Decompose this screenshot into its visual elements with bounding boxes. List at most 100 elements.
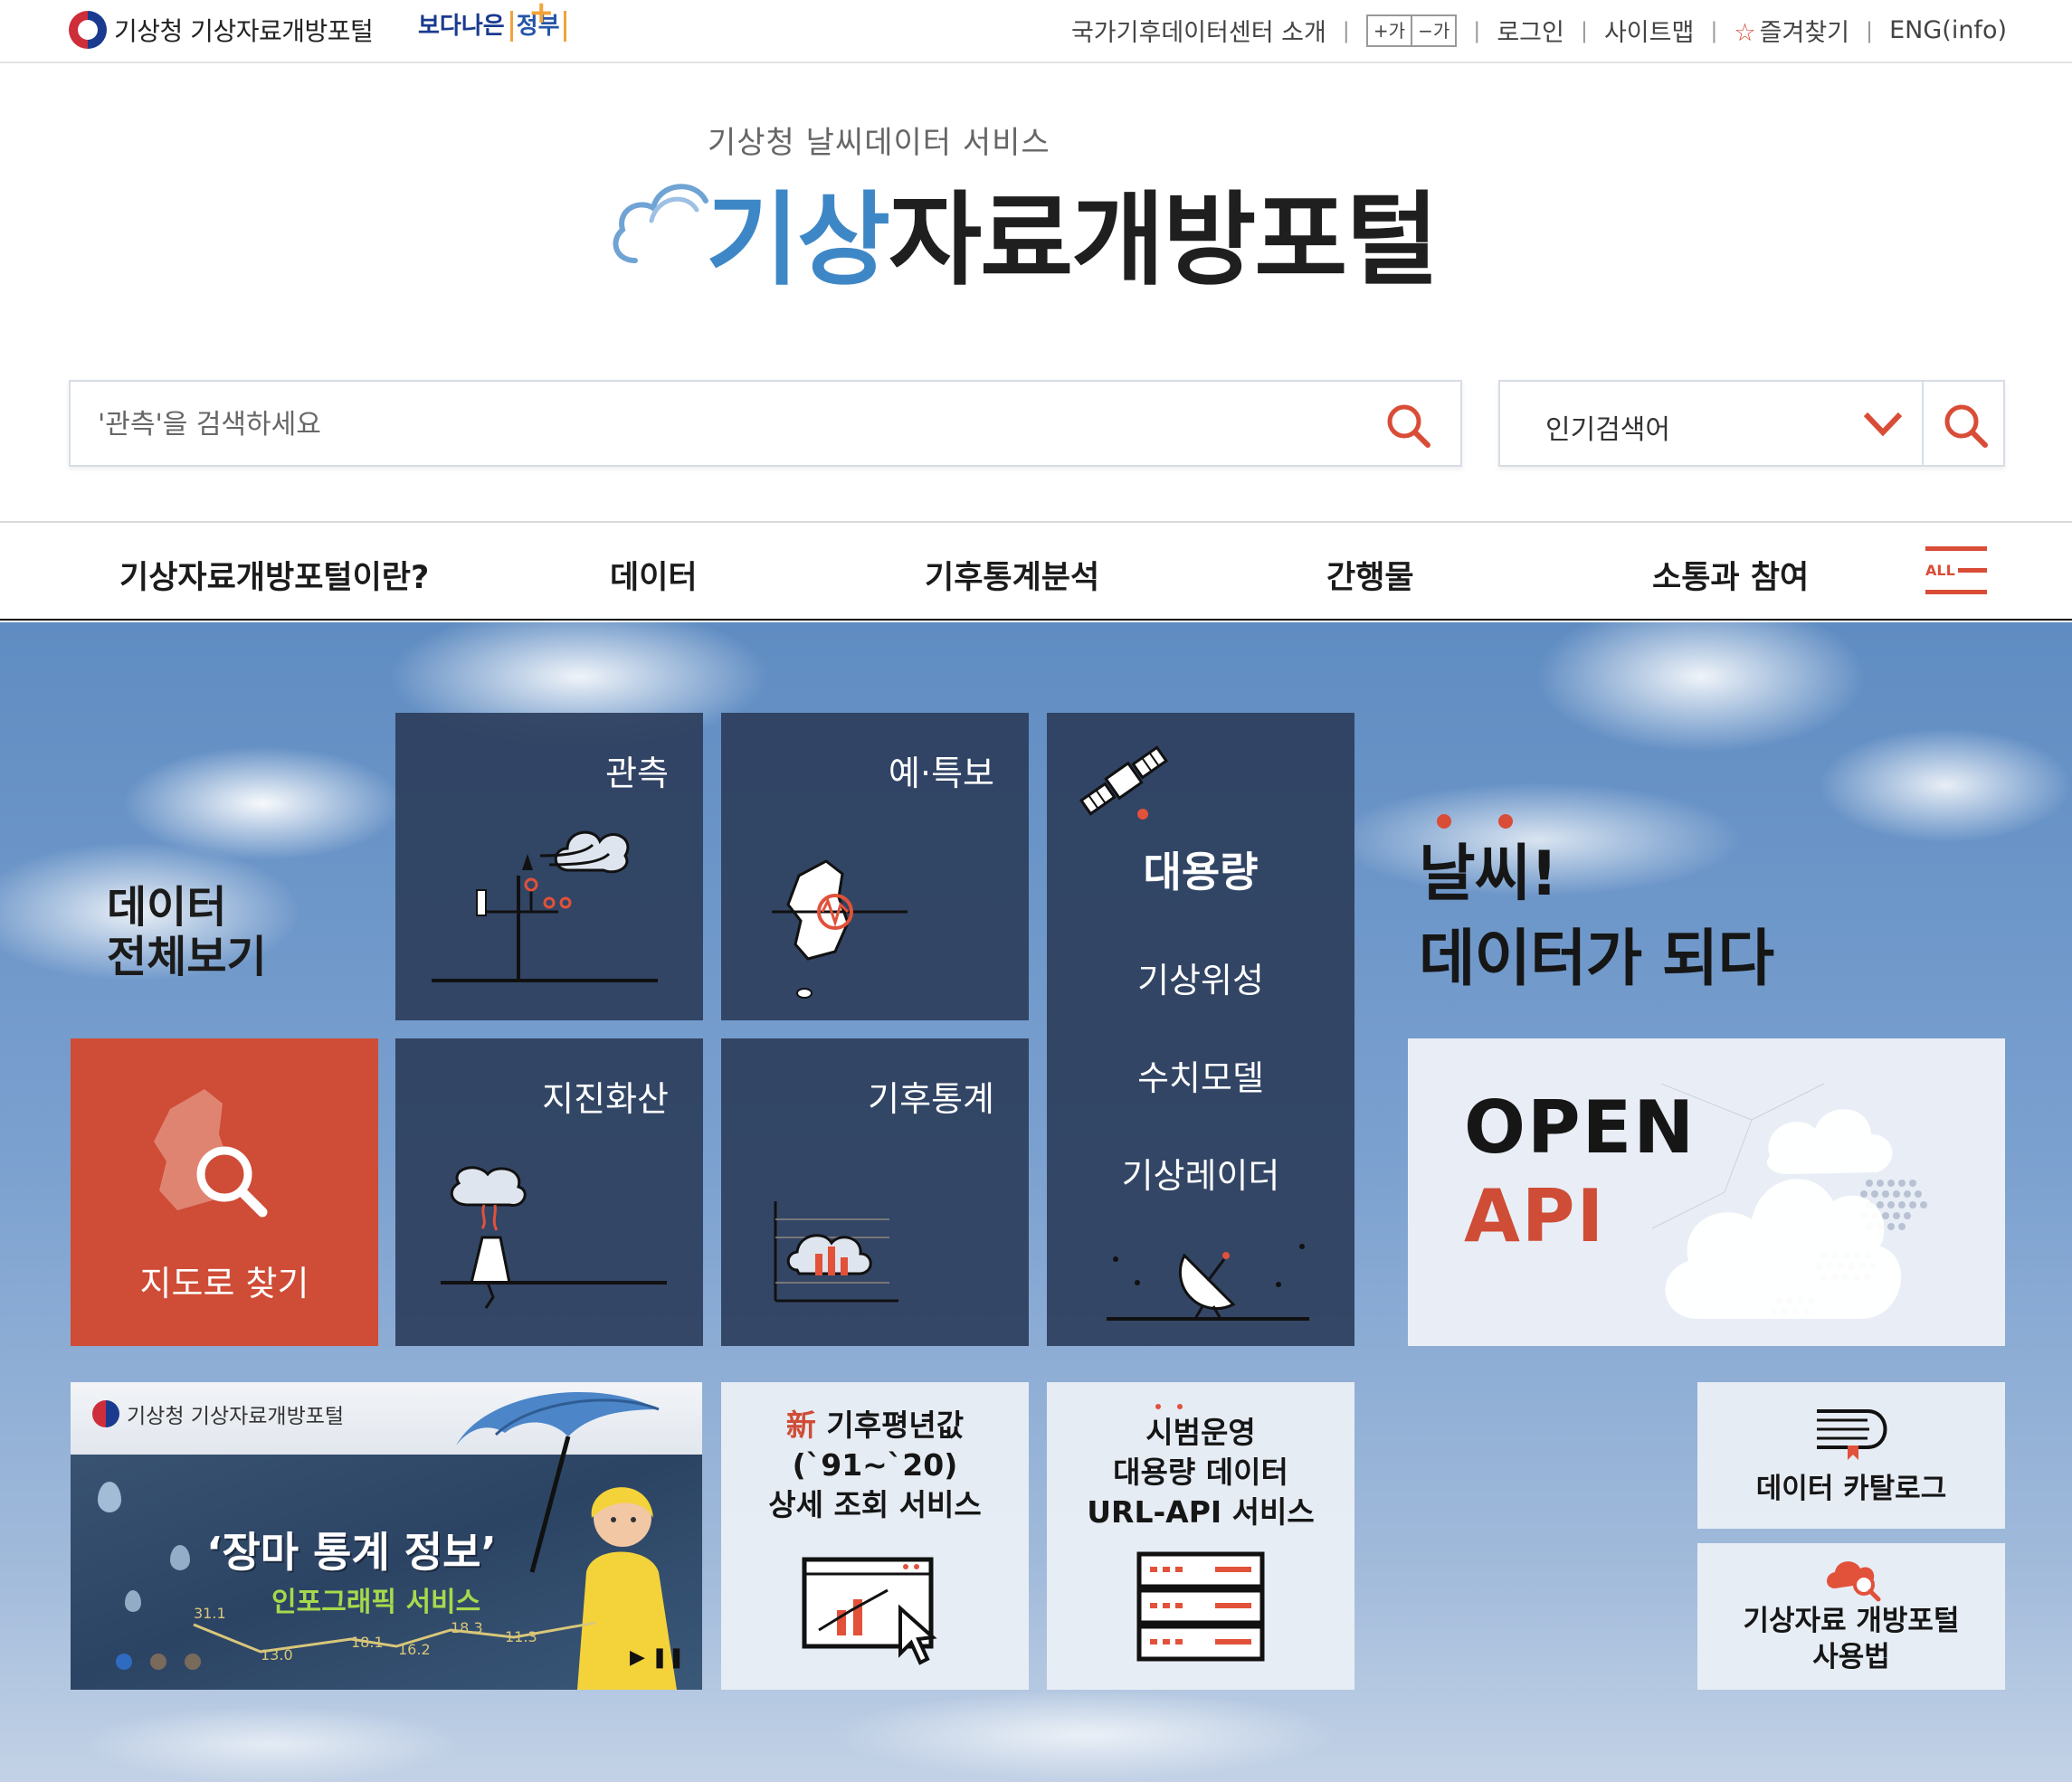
guide-label-line1: 기상자료 개방포털: [1743, 1605, 1960, 1637]
search-box: [69, 380, 1462, 467]
separator: |: [1866, 17, 1874, 43]
search-icon[interactable]: [1384, 402, 1433, 450]
data-view-all-link[interactable]: 데이터 전체보기: [107, 882, 267, 983]
banner-title: ‘장마 통계 정보’: [206, 1528, 497, 1577]
gov-logo[interactable]: 기상청 기상자료개방포털: [69, 11, 374, 49]
catalog-label: 데이터 카탈로그: [1755, 1473, 1947, 1505]
tile-climate-normals[interactable]: 新 기후평년값 (`91~`20) 상세 조회 서비스: [721, 1382, 1029, 1690]
tile-open-api[interactable]: OPEN API: [1408, 1038, 2005, 1346]
utility-nav: 국가기후데이터센터 소개 | +가 −가 | 로그인 | 사이트맵 | ☆ 즐겨찾…: [1071, 13, 2007, 48]
dot: [1177, 1404, 1183, 1409]
popular-search-select[interactable]: 인기검색어: [1545, 407, 1670, 447]
weather-station-icon: [432, 830, 658, 982]
nav-item-about[interactable]: 기상자료개방포털이란?: [119, 552, 429, 598]
star-icon: ☆: [1734, 19, 1756, 47]
banner-point-label: 18.1: [351, 1634, 384, 1651]
separator: |: [1580, 17, 1588, 43]
slogan-line2: 데이터가 되다: [1419, 923, 1774, 995]
banner-line-graph: [193, 1621, 596, 1654]
rain-drop-icon: [98, 1482, 121, 1512]
separator: |: [1342, 17, 1350, 43]
brand-title-accent: 기상: [706, 182, 890, 299]
link-numerical-model[interactable]: 수치모델: [1047, 1050, 1354, 1100]
view-all-line2: 전체보기: [107, 932, 267, 983]
tile-title: 지진화산: [542, 1079, 669, 1119]
rain-drop-icon: [170, 1545, 190, 1570]
gov-org-name: 기상청 기상자료개방포털: [114, 16, 374, 46]
favorite-link[interactable]: ☆ 즐겨찾기: [1734, 13, 1849, 48]
sitemap-link[interactable]: 사이트맵: [1604, 13, 1694, 48]
divider: [1922, 382, 1924, 465]
tile-climate-stats[interactable]: 기후통계: [721, 1038, 1029, 1346]
search-icon[interactable]: [1942, 402, 1991, 450]
normals-title-line1: 新 기후평년값: [721, 1406, 1029, 1446]
font-size-control: +가 −가: [1365, 14, 1458, 47]
login-link[interactable]: 로그인: [1497, 13, 1564, 48]
banner-point-label: 31.1: [194, 1605, 226, 1622]
hamburger-menu-icon[interactable]: ALL: [1925, 546, 1987, 599]
urlapi-line2: 대용량 데이터: [1113, 1455, 1288, 1490]
chart-cloud-icon: [774, 1201, 898, 1303]
infographic-banner[interactable]: 기상청 기상자료개방포털 ‘장마 통계 정보’ 인포그래픽 서비스 31.1 1…: [71, 1382, 702, 1690]
nav-item-climate-stats[interactable]: 기후통계분석: [925, 552, 1099, 598]
tile-map-search[interactable]: 지도로 찾기: [71, 1038, 378, 1346]
brand-title[interactable]: 기상자료개방포털: [706, 190, 1439, 291]
separator: |: [1473, 17, 1481, 43]
chevron-down-icon[interactable]: [1862, 405, 1904, 441]
slogan-plus-icon: +: [528, 0, 555, 31]
banner-point-label: 13.0: [261, 1646, 293, 1664]
tile-data-catalog[interactable]: 데이터 카탈로그: [1697, 1382, 2005, 1529]
menu-bar: [1958, 568, 1987, 573]
favorite-label: 즐겨찾기: [1759, 19, 1850, 47]
link-about-center[interactable]: 국가기후데이터센터 소개: [1071, 13, 1326, 48]
brand-subtitle: 기상청 날씨데이터 서비스: [708, 125, 1050, 161]
hero-section: 데이터 전체보기 관측 예·특보 대용량 기상위성 수치모델 기상레이더 지도로…: [0, 622, 2072, 1782]
new-badge: 新: [785, 1408, 816, 1443]
separator: |: [1710, 17, 1718, 43]
carousel-play-pause-button[interactable]: ▶ ❚❚: [630, 1646, 685, 1669]
dot: [1437, 814, 1451, 829]
carousel-dot-active[interactable]: [116, 1654, 132, 1670]
radar-dish-icon: [1107, 1244, 1309, 1321]
server-icon: [1136, 1551, 1265, 1662]
nav-item-publications[interactable]: 간행물: [1326, 552, 1414, 598]
book-icon: [1817, 1409, 1887, 1460]
font-size-up-button[interactable]: +가: [1368, 16, 1411, 45]
urlapi-line3: URL-API 서비스: [1087, 1494, 1315, 1530]
taegeuk-emblem-icon: [69, 11, 107, 49]
chart-cursor-icon: [802, 1557, 937, 1665]
font-size-down-button[interactable]: −가: [1411, 15, 1455, 45]
tile-title: 지도로 찾기: [139, 1264, 309, 1303]
slogan-text-a: 보다나은: [418, 13, 505, 40]
tile-forecast[interactable]: 예·특보: [721, 713, 1029, 1020]
english-link[interactable]: ENG(info): [1889, 16, 2007, 44]
tile-url-api[interactable]: 시범운영 대용량 데이터 URL-API 서비스: [1047, 1382, 1354, 1690]
tile-portal-guide[interactable]: 기상자료 개방포털 사용법: [1697, 1543, 2005, 1690]
popular-search-box: 인기검색어: [1498, 380, 2005, 467]
tile-title: 기후통계: [868, 1079, 994, 1119]
carousel-dot[interactable]: [150, 1654, 166, 1670]
carousel-dot[interactable]: [185, 1654, 201, 1670]
normals-title-line3: 상세 조회 서비스: [768, 1487, 982, 1522]
nav-item-community[interactable]: 소통과 참여: [1652, 552, 1809, 598]
tile-observation[interactable]: 관측: [395, 713, 703, 1020]
nav-item-data[interactable]: 데이터: [610, 552, 698, 598]
open-api-title-line2: API: [1464, 1174, 1606, 1258]
view-all-line1: 데이터: [107, 882, 227, 933]
link-satellite[interactable]: 기상위성: [1047, 953, 1354, 1002]
satellite-icon: [1079, 745, 1169, 820]
cloud-search-icon: [1827, 1561, 1881, 1602]
banner-point-label: 16.2: [398, 1641, 431, 1658]
menu-bar: [1925, 546, 1987, 551]
dot: [1498, 814, 1513, 829]
normals-title-text: 기후평년값: [826, 1408, 965, 1443]
tile-earthquake[interactable]: 지진화산: [395, 1038, 703, 1346]
main-navigation: 기상자료개방포털이란? 데이터 기후통계분석 간행물 소통과 참여 ALL: [0, 521, 2072, 621]
cloud-network-icon: [1651, 1083, 1927, 1319]
tile-title: 대용량: [1143, 848, 1259, 896]
taegeuk-emblem-icon: [92, 1400, 119, 1427]
normals-title-line2: (`91~`20): [792, 1447, 958, 1483]
link-weather-radar[interactable]: 기상레이더: [1047, 1148, 1354, 1198]
search-input[interactable]: [98, 400, 1346, 449]
rain-drop-icon: [125, 1590, 141, 1612]
